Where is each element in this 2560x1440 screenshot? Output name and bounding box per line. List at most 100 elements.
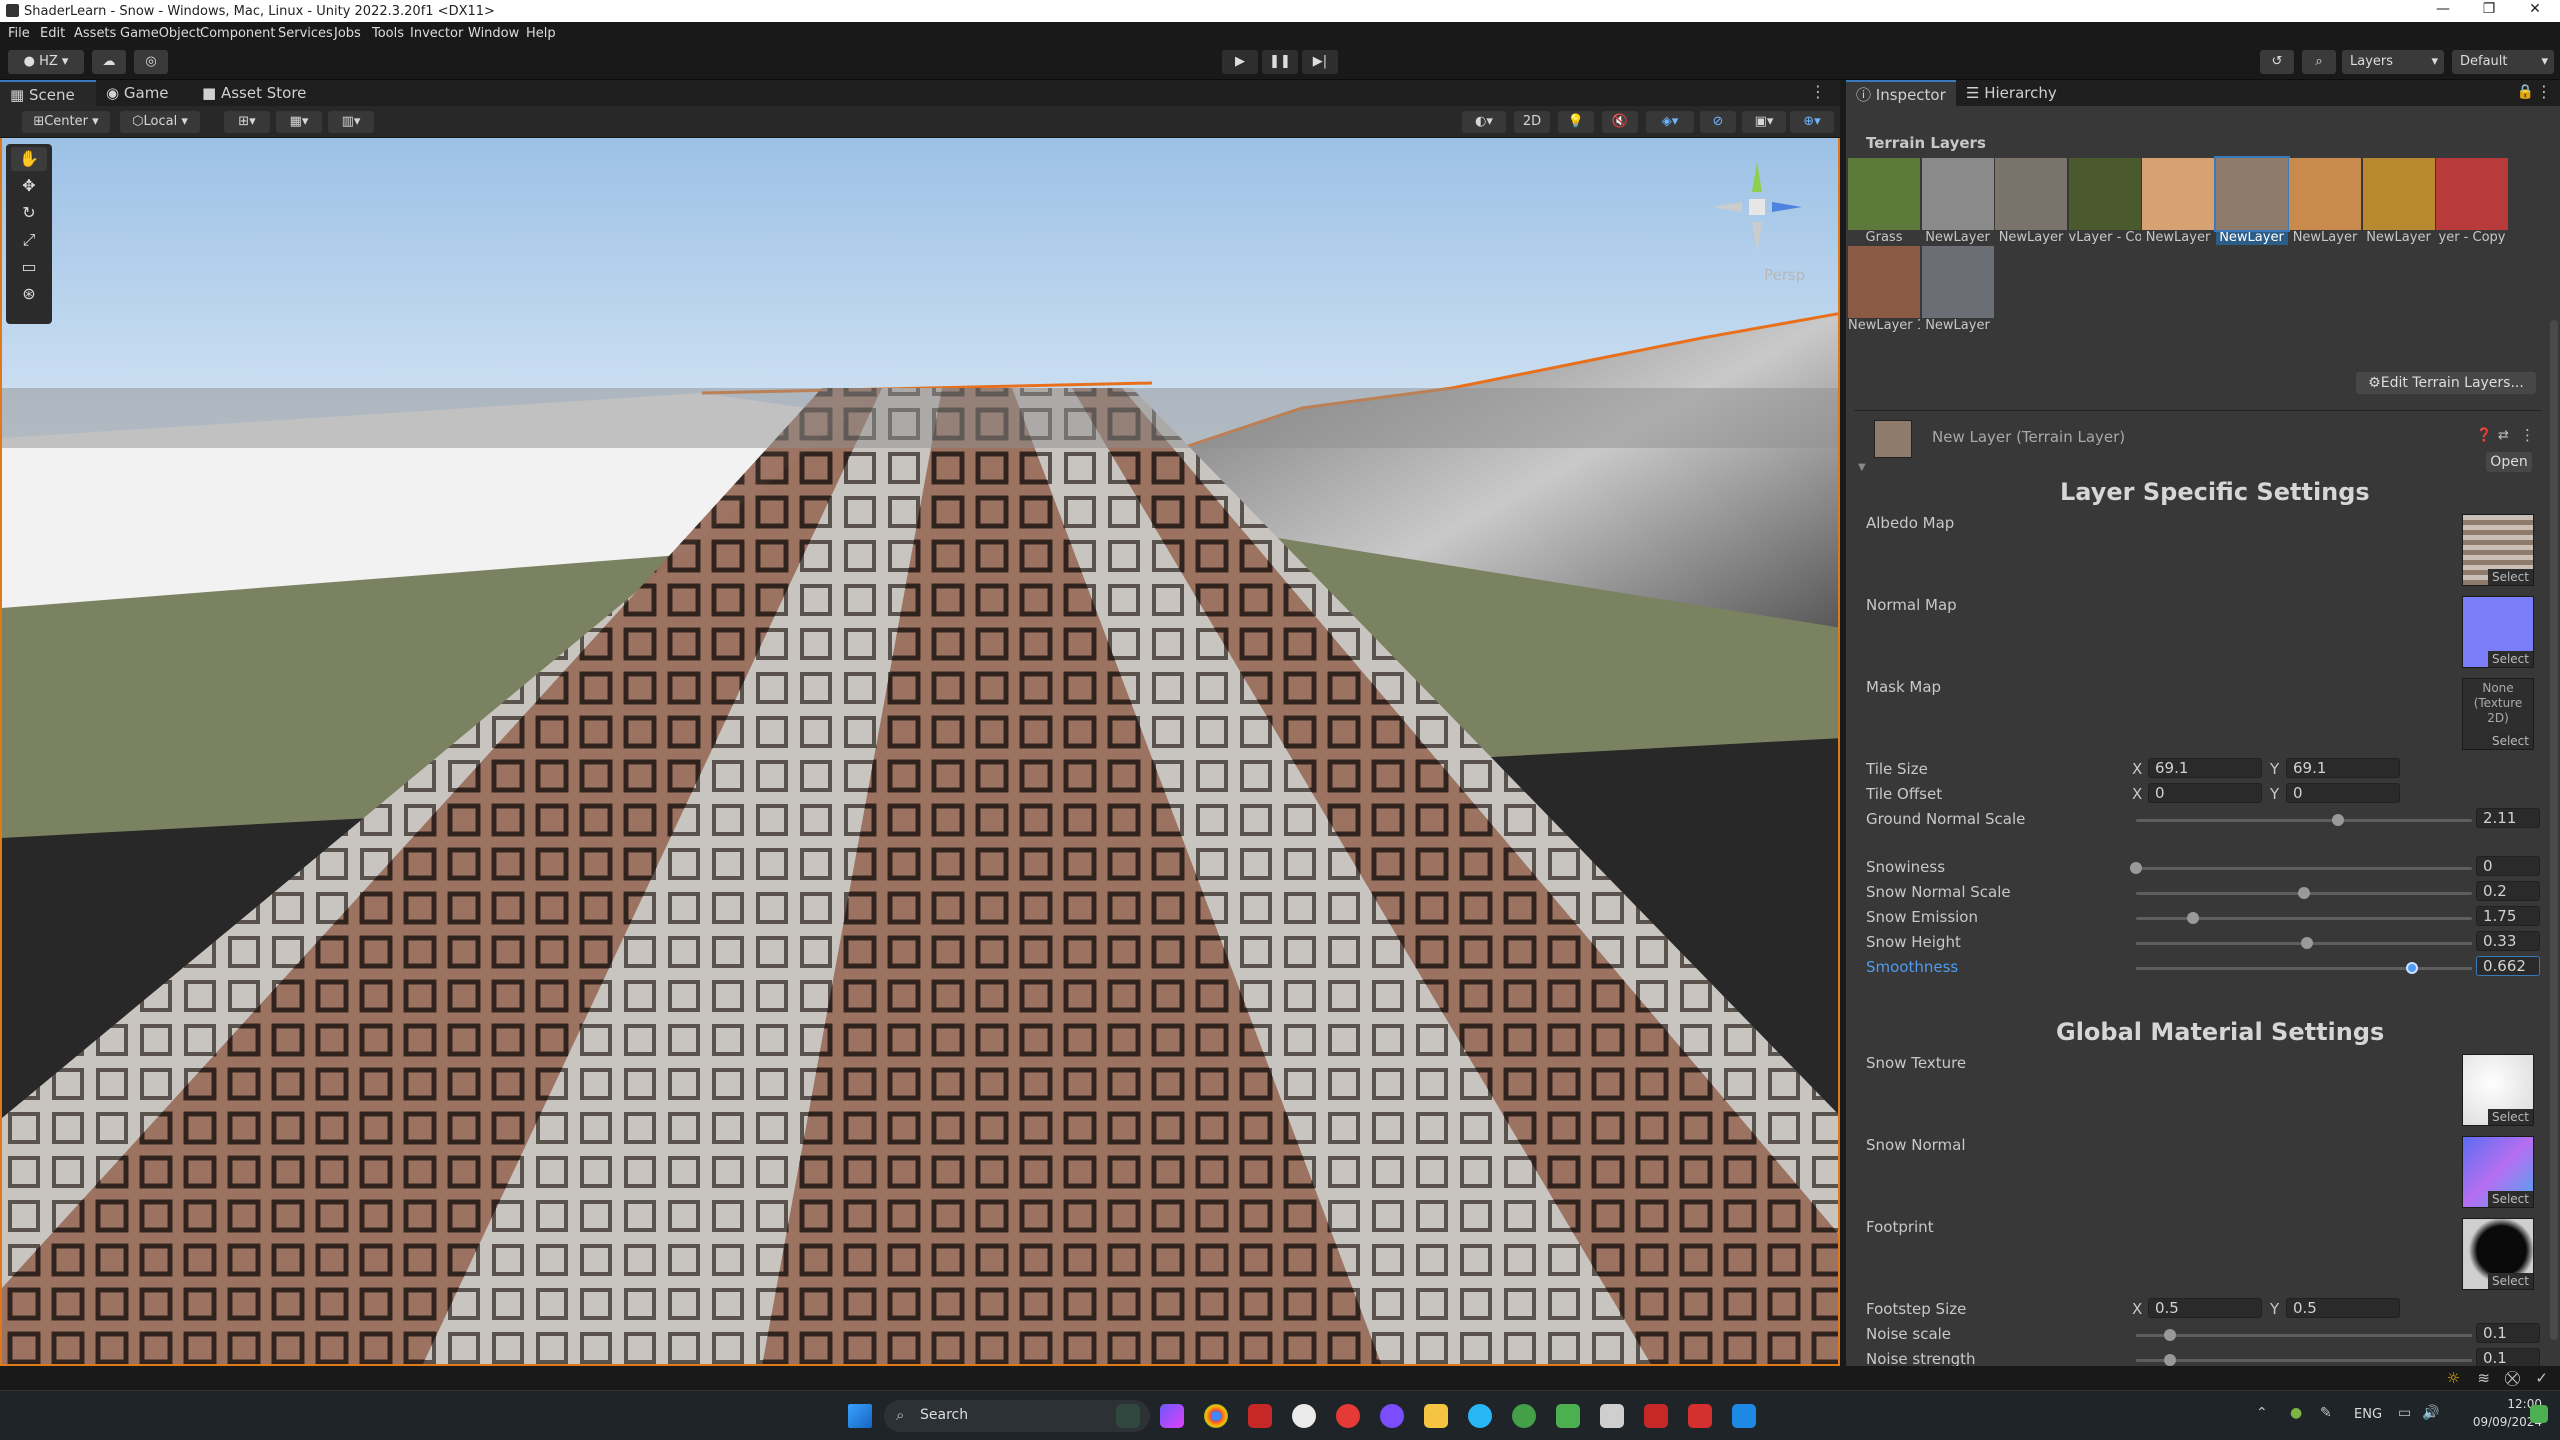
step-button[interactable]: ▶|: [1302, 50, 1338, 74]
slider-track[interactable]: [2136, 1359, 2472, 1362]
acrobat-icon[interactable]: [1688, 1404, 1712, 1428]
slider-handle[interactable]: [2163, 1354, 2176, 1366]
albedo-select-button[interactable]: Select: [2487, 569, 2533, 585]
slider-handle[interactable]: [2298, 887, 2310, 899]
snow-normal-thumbnail[interactable]: Select: [2462, 1136, 2534, 1208]
slider-value-field[interactable]: 0.2: [2476, 881, 2540, 901]
open-button[interactable]: Open: [2486, 452, 2532, 472]
menu-tools[interactable]: Tools: [372, 26, 404, 41]
slider-value-field[interactable]: 0.1: [2476, 1323, 2540, 1343]
slider-value-field[interactable]: 0.662: [2476, 956, 2540, 976]
lighting-status-icon[interactable]: ☼: [2447, 1369, 2460, 1387]
mask-map-thumbnail[interactable]: None (Texture 2D) Select: [2462, 678, 2534, 750]
pen-icon[interactable]: ✎: [2320, 1405, 2332, 1421]
terrain-layer-item[interactable]: NewLayer: [1995, 158, 2067, 245]
menu-file[interactable]: File: [8, 26, 30, 41]
context-menu-icon[interactable]: ⋮: [2520, 426, 2535, 444]
transform-tool-icon[interactable]: ⊛: [11, 282, 47, 306]
tab-game[interactable]: ◉ Game: [96, 80, 192, 106]
terrain-layer-item[interactable]: NewLayer: [2142, 158, 2214, 245]
cloud-button[interactable]: ☁: [92, 50, 126, 74]
search-button[interactable]: ⌕: [2302, 50, 2336, 74]
footprint-thumbnail[interactable]: Select: [2462, 1218, 2534, 1290]
volume-icon[interactable]: 🔊: [2422, 1405, 2439, 1421]
slider-track[interactable]: [2136, 967, 2472, 970]
tile-offset-x-field[interactable]: 0: [2148, 783, 2262, 803]
layers-stack-icon[interactable]: ≋: [2477, 1369, 2490, 1387]
menu-help[interactable]: Help: [526, 26, 556, 41]
terrain-layer-item[interactable]: Grass: [1848, 158, 1920, 245]
inspector-scrollbar[interactable]: [2550, 320, 2558, 1340]
network-icon[interactable]: ⛒: [2505, 1369, 2520, 1387]
move-tool-icon[interactable]: ✥: [11, 174, 47, 198]
snow-texture-thumbnail[interactable]: Select: [2462, 1054, 2534, 1126]
file-explorer-icon[interactable]: [1424, 1404, 1448, 1428]
terrain-layer-item[interactable]: NewLayer: [2289, 158, 2361, 245]
minimize-button[interactable]: —: [2420, 1, 2466, 21]
orientation-gizmo[interactable]: Persp: [1702, 152, 1812, 292]
normal-map-thumbnail[interactable]: Select: [2462, 596, 2534, 668]
audio-toggle[interactable]: 🔇: [1602, 111, 1638, 133]
chrome-profile-icon[interactable]: [1512, 1404, 1536, 1428]
tray-app-icon[interactable]: ●: [2290, 1405, 2302, 1421]
menu-jobs[interactable]: Jobs: [334, 26, 361, 41]
normal-select-button[interactable]: Select: [2487, 651, 2533, 667]
terrain-layer-item[interactable]: vLayer - Co: [2068, 158, 2141, 245]
telegram-icon[interactable]: [1468, 1404, 1492, 1428]
slider-track[interactable]: [2136, 1334, 2472, 1337]
menu-window[interactable]: Window: [468, 26, 519, 41]
terrain-layer-item[interactable]: NewLayer: [2362, 158, 2435, 245]
play-button[interactable]: ▶: [1222, 50, 1258, 74]
footprint-select-button[interactable]: Select: [2487, 1273, 2533, 1289]
tab-inspector[interactable]: ⓘ Inspector: [1846, 80, 1956, 106]
gizmos-dropdown[interactable]: ⊕▾: [1790, 111, 1834, 133]
tab-scene[interactable]: ▦ Scene: [0, 80, 96, 106]
foldout-arrow-icon[interactable]: ▼: [1858, 462, 1866, 473]
projection-label[interactable]: Persp: [1764, 266, 1805, 284]
panel-menu-icon[interactable]: ⋮: [1810, 82, 1826, 101]
tile-offset-y-field[interactable]: 0: [2286, 783, 2400, 803]
github-icon[interactable]: [1380, 1404, 1404, 1428]
pause-button[interactable]: ❚❚: [1262, 50, 1298, 74]
slider-handle[interactable]: [2130, 862, 2142, 874]
slider-handle[interactable]: [2187, 912, 2200, 924]
pivot-mode-dropdown[interactable]: ⊞Center ▾: [22, 111, 110, 133]
terrain-layer-item[interactable]: NewLayer: [1921, 158, 1994, 245]
copilot-icon[interactable]: [1160, 1404, 1184, 1428]
preset-icon[interactable]: ⇄: [2498, 428, 2509, 443]
terrain-layer-item[interactable]: NewLayer 1: [1848, 246, 1920, 333]
menu-component[interactable]: Component: [200, 26, 275, 41]
menu-services[interactable]: Services: [278, 26, 333, 41]
hand-tool-icon[interactable]: ✋: [11, 147, 47, 171]
2d-toggle[interactable]: 2D: [1514, 111, 1550, 133]
rotate-tool-icon[interactable]: ↻: [11, 201, 47, 225]
menu-assets[interactable]: Assets: [74, 26, 116, 41]
hidden-objects-toggle[interactable]: ⊘: [1700, 111, 1736, 133]
network-icon[interactable]: ▭: [2398, 1405, 2411, 1421]
draw-mode-dropdown[interactable]: ◐▾: [1462, 111, 1506, 133]
opera-icon[interactable]: [1336, 1404, 1360, 1428]
layout-dropdown[interactable]: Default ▾: [2452, 50, 2554, 74]
camera-dropdown[interactable]: ▣▾: [1742, 111, 1786, 133]
language-indicator[interactable]: ENG: [2354, 1407, 2382, 1422]
slider-handle[interactable]: [2405, 962, 2418, 974]
footstep-size-y-field[interactable]: 0.5: [2286, 1298, 2400, 1318]
slider-handle[interactable]: [2331, 814, 2344, 826]
collab-button[interactable]: ◎: [134, 50, 168, 74]
effects-dropdown[interactable]: ◈▾: [1646, 111, 1694, 133]
lighting-toggle[interactable]: 💡: [1558, 111, 1594, 133]
slider-track[interactable]: [2136, 867, 2472, 870]
mask-select-button[interactable]: Select: [2487, 733, 2533, 749]
slider-handle[interactable]: [2301, 937, 2314, 949]
slider-handle[interactable]: [2163, 1329, 2176, 1341]
clock-date[interactable]: 09/09/2024: [2452, 1415, 2542, 1429]
maximize-button[interactable]: ❐: [2466, 1, 2512, 21]
rect-tool-icon[interactable]: ▭: [11, 255, 47, 279]
slider-value-field[interactable]: 0.33: [2476, 931, 2540, 951]
slider-value-field[interactable]: 2.11: [2476, 808, 2540, 828]
rider-icon[interactable]: [1644, 1404, 1668, 1428]
notification-icon[interactable]: [2530, 1405, 2548, 1423]
history-button[interactable]: ↺: [2260, 50, 2294, 74]
check-icon[interactable]: ✓: [2535, 1369, 2548, 1387]
terrain-layer-item[interactable]: NewLayer: [1921, 246, 1994, 333]
